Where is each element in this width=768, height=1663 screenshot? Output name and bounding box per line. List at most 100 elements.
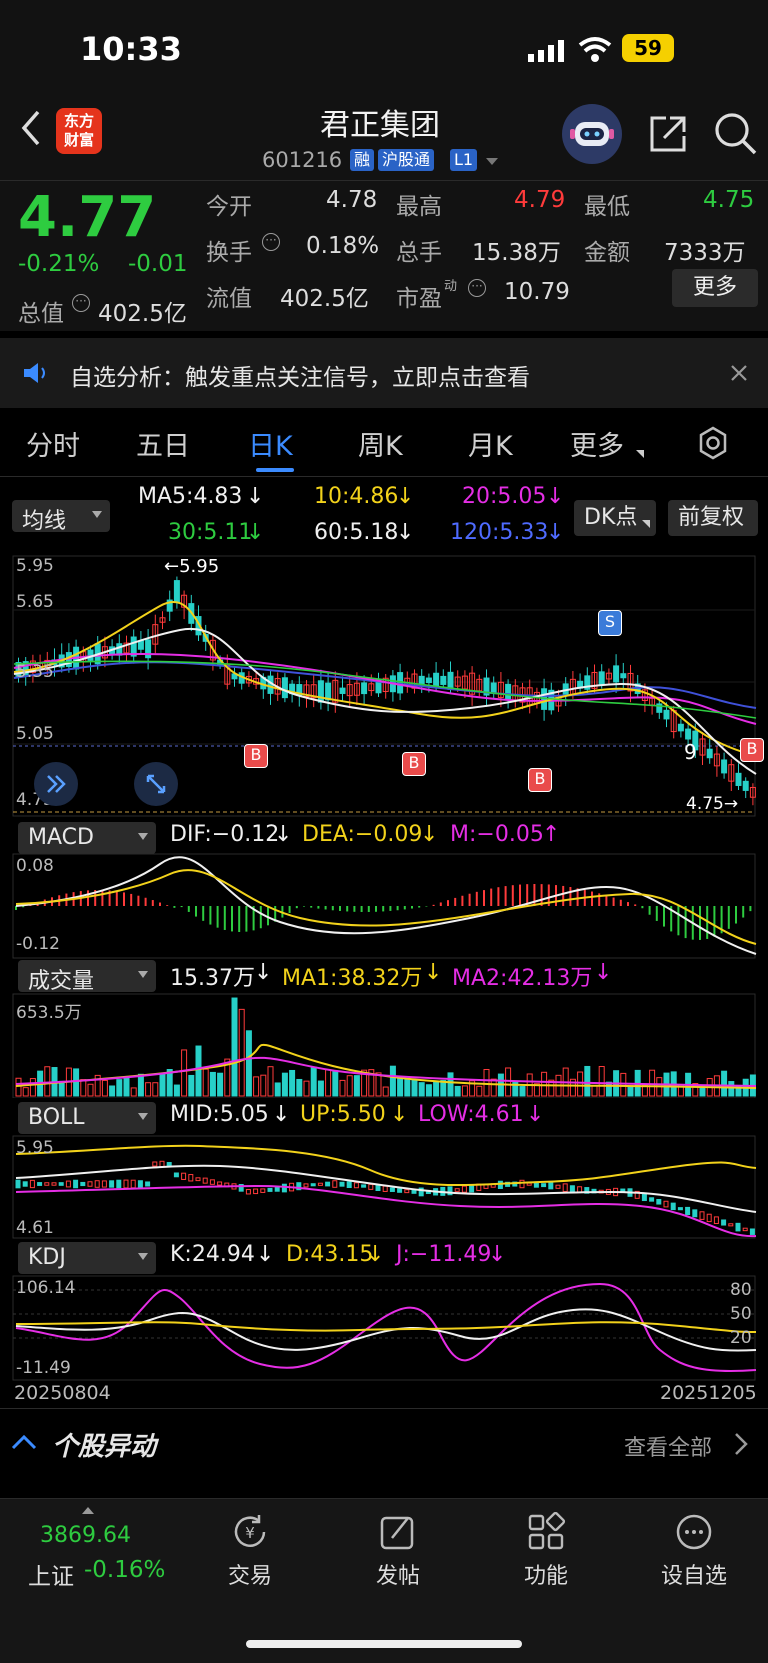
tab-intraday[interactable]: 分时	[26, 424, 80, 463]
volume-bar	[591, 1085, 598, 1097]
turnover-label: 换手	[206, 240, 252, 266]
nav-post[interactable]: 发帖	[338, 1512, 458, 1590]
buy-signal-3[interactable]: B	[528, 768, 552, 792]
ma5-arrow: ↓	[246, 484, 265, 509]
tab-more[interactable]: 更多	[570, 424, 624, 463]
boll-candle	[310, 1183, 316, 1187]
volume-bar	[274, 1082, 281, 1097]
volume-bar	[217, 1072, 224, 1097]
nav-trade[interactable]: ¥ 交易	[190, 1512, 310, 1590]
info-icon-2[interactable]: ···	[262, 233, 280, 251]
adjust-button[interactable]: 前复权	[668, 500, 758, 536]
kdj-ref-80: 80	[730, 1280, 752, 1300]
volume-bar	[433, 1081, 440, 1097]
kdj-d-arrow: ↓	[366, 1242, 385, 1267]
close-icon[interactable]	[730, 364, 748, 386]
buy-signal-2[interactable]: B	[402, 752, 426, 776]
chevron-right-icon[interactable]	[734, 1432, 748, 1460]
volume-bar	[325, 1069, 332, 1097]
volume-bar	[389, 1065, 396, 1097]
candle-body	[440, 675, 447, 685]
kdj-selector[interactable]: KDJ	[18, 1242, 156, 1274]
tab-monthly-k[interactable]: 月K	[468, 424, 513, 463]
boll-candle	[260, 1188, 266, 1193]
tab-weekly-k[interactable]: 周K	[358, 424, 403, 463]
volume-bar	[454, 1085, 461, 1097]
index-pct[interactable]: -0.16%	[84, 1557, 165, 1583]
index-value[interactable]: 3869.64	[40, 1523, 131, 1548]
boll-candle	[454, 1188, 460, 1192]
volume-arrow: ↓	[254, 960, 273, 985]
boll-up: UP:5.50	[300, 1102, 386, 1127]
info-icon[interactable]: ···	[72, 294, 90, 312]
chevron-down-icon[interactable]	[486, 158, 498, 165]
robot-avatar-icon[interactable]	[562, 104, 622, 164]
ma20-value: 20:5.05	[462, 484, 547, 509]
candle-body	[433, 672, 440, 688]
edit-icon	[378, 1512, 418, 1552]
volume-bar	[346, 1075, 353, 1097]
chevron-up-icon[interactable]	[10, 1432, 38, 1456]
buy-signal-4[interactable]: B	[740, 738, 764, 762]
volume-bar	[598, 1066, 605, 1097]
notice-bar[interactable]: 自选分析：触发重点关注信号，立即点击查看	[0, 338, 768, 408]
fullscreen-icon[interactable]	[134, 762, 178, 806]
change-pct: -0.21%	[18, 251, 100, 277]
volume-ytick-top: 653.5万	[16, 1003, 82, 1023]
candle-body	[339, 687, 346, 694]
volume-chart[interactable]	[0, 992, 768, 1098]
tab-daily-k[interactable]: 日K	[248, 424, 293, 463]
ma10-arrow: ↓	[396, 484, 415, 509]
sell-signal[interactable]: S	[598, 610, 622, 636]
float-cap-label: 流值	[206, 286, 252, 312]
kdj-ytick-bot: -11.49	[16, 1358, 71, 1378]
boll-chart[interactable]	[0, 1134, 768, 1240]
boll-candle	[152, 1161, 158, 1167]
search-icon[interactable]	[714, 112, 758, 160]
buy-signal-1[interactable]: B	[244, 744, 268, 768]
movers-section[interactable]: 个股异动 查看全部	[0, 1410, 768, 1480]
back-icon[interactable]	[18, 108, 42, 152]
boll-selector[interactable]: BOLL	[18, 1102, 156, 1134]
boll-candle	[461, 1185, 467, 1193]
macd-selector[interactable]: MACD	[18, 822, 156, 854]
app-logo[interactable]: 东方 财富	[56, 108, 102, 154]
tab-five-day[interactable]: 五日	[136, 424, 190, 463]
date-start: 20250804	[14, 1382, 111, 1404]
kline-chart[interactable]	[0, 550, 768, 818]
volume-bar	[317, 1080, 324, 1097]
volume-selector[interactable]: 成交量	[18, 960, 156, 994]
k-ytick-3: 5.35	[16, 662, 54, 682]
ma-selector[interactable]: 均线	[12, 500, 110, 534]
share-icon[interactable]	[648, 114, 688, 158]
boll-candle	[15, 1179, 21, 1189]
logo-text-2: 财富	[63, 131, 94, 149]
macd-chart[interactable]	[0, 852, 768, 960]
index-name[interactable]: 上证	[28, 1557, 74, 1591]
kdj-chart[interactable]	[0, 1274, 768, 1382]
volume-bar	[231, 997, 238, 1097]
boll-candle	[375, 1184, 381, 1191]
change-abs: -0.01	[128, 251, 188, 277]
boll-candle	[137, 1180, 143, 1188]
settings-icon[interactable]	[696, 426, 730, 464]
nav-watchlist[interactable]: 设自选	[634, 1512, 754, 1590]
movers-view-all[interactable]: 查看全部	[624, 1430, 712, 1462]
boll-candle	[217, 1181, 223, 1186]
volume-bar	[80, 1079, 87, 1097]
boll-candle	[411, 1189, 417, 1194]
info-icon-3[interactable]: ···	[468, 279, 486, 297]
boll-candle	[699, 1211, 705, 1220]
volume-bar	[627, 1085, 634, 1097]
boll-candle	[562, 1183, 568, 1193]
candle-body	[137, 640, 144, 650]
k-peak-label: ←5.95	[164, 556, 220, 577]
boll-candle	[37, 1182, 43, 1186]
more-button[interactable]: 更多	[672, 269, 758, 307]
nav-functions[interactable]: 功能	[486, 1511, 606, 1590]
boll-candle	[353, 1182, 359, 1189]
candle-body	[325, 682, 332, 701]
speaker-icon	[22, 362, 50, 388]
expand-icon[interactable]	[34, 762, 78, 806]
dk-point-button[interactable]: DK点	[574, 500, 656, 536]
